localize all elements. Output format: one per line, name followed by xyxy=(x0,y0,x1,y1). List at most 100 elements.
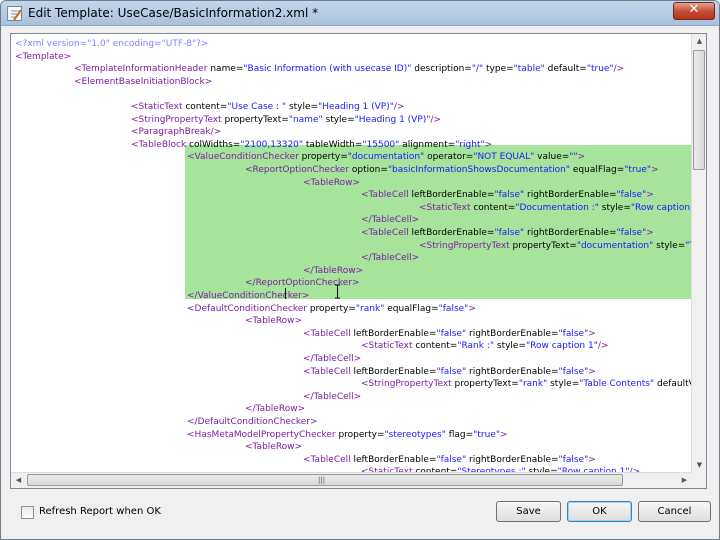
code-line[interactable]: </ReportOptionChecker> xyxy=(245,277,360,289)
code-token: propertyText= xyxy=(451,379,519,390)
code-line[interactable]: <TableCell leftBorderEnable= "false" righ… xyxy=(361,189,654,201)
code-token: </ValueConditionChecker> xyxy=(187,291,310,301)
code-token: description= xyxy=(411,64,472,75)
code-line[interactable]: <ValueConditionChecker property="documen… xyxy=(187,151,585,163)
code-line[interactable]: <StaticText content="Rank :" style="Row … xyxy=(361,340,608,352)
code-token: </TableCell> xyxy=(361,215,420,226)
code-token: <ReportOptionChecker xyxy=(245,165,350,175)
code-line[interactable]: <DefaultConditionChecker property="rank"… xyxy=(187,303,476,315)
code-token: "true" xyxy=(473,429,500,440)
code-token: rightBorderEnable= xyxy=(524,190,617,201)
code-line[interactable]: <Template> xyxy=(15,51,71,63)
code-token: "false" xyxy=(558,454,589,465)
code-token: > xyxy=(588,454,596,465)
code-line[interactable]: <TableRow> xyxy=(303,177,360,189)
code-token: "basicInformationShowsDocumentation" xyxy=(387,165,570,175)
code-line[interactable]: <ReportOptionChecker option="basicInform… xyxy=(245,164,659,176)
title-bar[interactable]: Edit Template: UseCase/BasicInformation2… xyxy=(1,1,719,26)
code-area[interactable]: <?xml version="1.0" encoding="UTF-8"?> <T… xyxy=(11,34,692,473)
code-token: </TableCell> xyxy=(303,354,362,364)
scroll-up-icon[interactable]: ▲ xyxy=(692,34,706,49)
code-token: leftBorderEnable= xyxy=(408,190,495,201)
code-token: /> xyxy=(393,102,405,112)
code-token: > xyxy=(588,328,596,339)
cancel-button[interactable]: Cancel xyxy=(638,501,711,522)
scrollbar-corner xyxy=(691,472,706,488)
code-token: "true" xyxy=(586,64,614,75)
code-line[interactable]: <TemplateInformationHeader name="Basic I… xyxy=(74,63,624,75)
code-line[interactable]: <TableCell leftBorderEnable="false" righ… xyxy=(303,454,596,466)
xml-editor[interactable]: <?xml version="1.0" encoding="UTF-8"?> <T… xyxy=(10,33,707,489)
horizontal-scrollbar[interactable]: ◀ ||| ▶ xyxy=(11,472,692,488)
code-token: default= xyxy=(544,64,587,75)
code-line[interactable]: <StaticText content="Use Case : " style=… xyxy=(131,101,404,113)
vertical-scrollbar[interactable]: ▲ ▼ xyxy=(691,34,706,473)
code-token: defaultVal xyxy=(657,379,692,390)
code-token: "Heading 1 (VP)" xyxy=(318,102,394,112)
code-line[interactable]: </TableCell> xyxy=(361,214,419,226)
code-line[interactable]: </TableCell> xyxy=(303,391,361,403)
code-token: "table" xyxy=(513,64,545,75)
code-token: <ParagraphBreak/> xyxy=(131,127,222,138)
code-line[interactable]: <StaticText content="Documentation :" st… xyxy=(419,202,692,214)
code-token: content= xyxy=(182,102,228,112)
code-token: </TableCell> xyxy=(361,253,420,264)
code-token: propertyText= xyxy=(221,114,289,125)
code-token: <?xml version="1.0" encoding="UTF-8"?> xyxy=(15,39,209,49)
code-token: rightBorderEnable= xyxy=(524,228,617,238)
code-token: style= xyxy=(547,379,580,390)
code-line[interactable]: <StringPropertyText propertyText="rank" … xyxy=(361,378,692,390)
vertical-scroll-thumb[interactable] xyxy=(693,50,705,170)
code-token: <StringPropertyText xyxy=(419,240,510,251)
code-token: <DefaultConditionChecker xyxy=(187,303,307,314)
code-line[interactable]: <StringPropertyText propertyText="name" … xyxy=(131,114,441,126)
code-line[interactable]: <TableRow> xyxy=(245,441,302,453)
code-line[interactable]: <?xml version="1.0" encoding="UTF-8"?> xyxy=(15,38,208,50)
code-line[interactable]: <HasMetaModelPropertyChecker property="s… xyxy=(187,429,508,441)
close-button[interactable]: ✕ xyxy=(673,2,715,20)
horizontal-scroll-thumb[interactable]: ||| xyxy=(27,474,623,486)
code-token: type= xyxy=(483,64,514,75)
code-line[interactable]: <TableCell leftBorderEnable="false" righ… xyxy=(303,366,596,378)
code-line[interactable]: <ElementBaseInitiationBlock> xyxy=(74,76,212,88)
code-token: > xyxy=(651,165,659,175)
ok-button[interactable]: OK xyxy=(567,501,632,522)
code-line[interactable]: </TableCell> xyxy=(303,353,361,365)
code-token: "Table Contents" xyxy=(579,379,655,390)
scroll-left-icon[interactable]: ◀ xyxy=(11,473,26,488)
code-line[interactable]: </TableCell> xyxy=(361,252,419,264)
code-line[interactable]: <TableBlock colWidths="2100,13320" table… xyxy=(131,139,492,151)
code-line[interactable]: </TableRow> xyxy=(303,265,363,277)
code-line[interactable]: <TableRow> xyxy=(245,315,302,327)
code-token: </DefaultConditionChecker> xyxy=(187,417,318,427)
code-token: "name" xyxy=(288,114,323,125)
code-token: flag= xyxy=(445,429,474,440)
code-line[interactable]: <ParagraphBreak/> xyxy=(131,126,221,138)
code-token: <StaticText xyxy=(361,341,413,352)
code-line[interactable]: <StringPropertyText propertyText="docume… xyxy=(419,240,692,252)
code-token: tableWidth= xyxy=(303,139,363,150)
save-button[interactable]: Save xyxy=(496,501,561,522)
refresh-report-label[interactable]: Refresh Report when OK xyxy=(39,506,161,517)
code-token: "Heading 1 (VP)" xyxy=(354,114,431,125)
code-token: <TableCell xyxy=(361,228,409,238)
code-token: "rank" xyxy=(355,303,385,314)
code-line[interactable]: </DefaultConditionChecker> xyxy=(187,416,318,428)
code-token: style= xyxy=(286,102,319,112)
code-token: <TableBlock xyxy=(131,139,187,150)
code-line[interactable]: <TableCell leftBorderEnable="false" righ… xyxy=(303,328,596,340)
code-token: "false" xyxy=(494,228,525,238)
code-token: <ElementBaseInitiationBlock> xyxy=(74,76,213,87)
refresh-report-checkbox[interactable] xyxy=(21,506,34,519)
code-token: property= xyxy=(298,152,348,163)
code-token: "/" xyxy=(471,64,484,75)
code-token: "NOT EQUAL" xyxy=(473,152,535,163)
code-token: "true" xyxy=(624,165,652,175)
code-token: "false" xyxy=(616,190,647,201)
scroll-right-icon[interactable]: ▶ xyxy=(677,473,692,488)
code-line[interactable]: </TableRow> xyxy=(245,403,305,415)
code-line[interactable]: </ValueConditionChecker> xyxy=(187,290,309,302)
code-line[interactable]: <TableCell leftBorderEnable="false" righ… xyxy=(361,227,654,239)
code-token: <TableCell xyxy=(361,190,409,201)
scroll-down-icon[interactable]: ▼ xyxy=(692,458,706,473)
